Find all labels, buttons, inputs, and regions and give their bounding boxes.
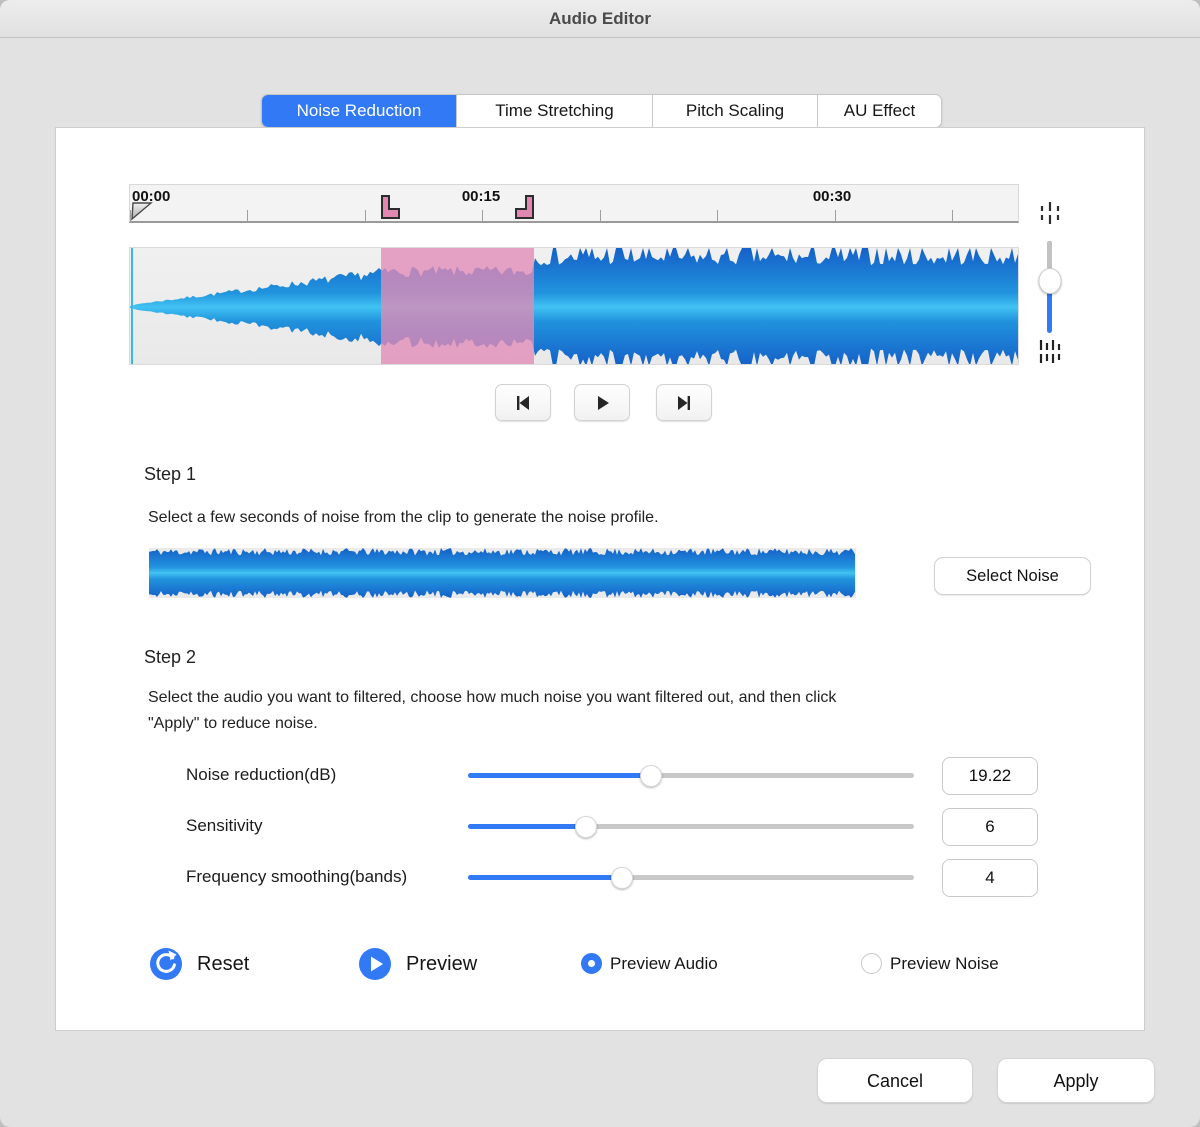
sensitivity-value[interactable]: 6 xyxy=(942,808,1038,846)
apply-button[interactable]: Apply xyxy=(997,1058,1155,1103)
noise-reduction-label: Noise reduction(dB) xyxy=(186,765,336,785)
ruler-tick xyxy=(365,210,366,221)
ruler-tick xyxy=(717,210,718,221)
frequency-smoothing-slider-thumb[interactable] xyxy=(611,867,633,889)
main-waveform[interactable] xyxy=(129,247,1019,365)
radio-unselected-icon xyxy=(861,953,882,974)
selection-overlay xyxy=(381,248,534,364)
step1-title: Step 1 xyxy=(144,464,196,485)
skip-to-start-icon xyxy=(514,394,532,412)
timeline-ruler[interactable]: 00:00 00:15 00:30 xyxy=(129,184,1019,223)
sensitivity-slider-thumb[interactable] xyxy=(575,816,597,838)
slider-fill xyxy=(468,773,651,778)
tab-time-stretching[interactable]: Time Stretching xyxy=(456,95,652,127)
playhead-flag[interactable] xyxy=(130,197,154,221)
reset-icon xyxy=(149,947,183,981)
step2-description: Select the audio you want to filtered, c… xyxy=(148,685,1108,737)
noise-reduction-slider[interactable] xyxy=(468,773,914,778)
tab-noise-reduction[interactable]: Noise Reduction xyxy=(262,95,456,127)
preview-audio-radio[interactable]: Preview Audio xyxy=(581,953,718,974)
selection-marker-end[interactable] xyxy=(514,194,536,220)
tab-au-effect[interactable]: AU Effect xyxy=(817,95,941,127)
reset-button[interactable]: Reset xyxy=(149,947,249,981)
frequency-smoothing-value[interactable]: 4 xyxy=(942,859,1038,897)
preview-button[interactable]: Preview xyxy=(358,947,477,981)
noise-profile-waveform xyxy=(149,548,856,598)
ruler-tick xyxy=(600,210,601,221)
skip-to-end-button[interactable] xyxy=(656,384,712,421)
waveform-playhead-line xyxy=(131,248,133,364)
sensitivity-label: Sensitivity xyxy=(186,816,263,836)
audio-editor-window: Audio Editor Noise Reduction Time Stretc… xyxy=(0,0,1200,1127)
ruler-tick xyxy=(247,210,248,221)
waveform-zoom-control xyxy=(1031,198,1071,368)
skip-to-end-icon xyxy=(675,394,693,412)
step2-description-line1: Select the audio you want to filtered, c… xyxy=(148,685,1108,711)
content-panel: 00:00 00:15 00:30 xyxy=(55,127,1145,1031)
ruler-tick xyxy=(952,210,953,221)
noise-reduction-slider-thumb[interactable] xyxy=(640,765,662,787)
step2-description-line2: "Apply" to reduce noise. xyxy=(148,711,1108,737)
selection-marker-start[interactable] xyxy=(379,194,401,220)
step2-title: Step 2 xyxy=(144,647,196,668)
main-waveform-shape xyxy=(130,248,1019,365)
noise-reduction-value[interactable]: 19.22 xyxy=(942,757,1038,795)
preview-play-icon xyxy=(358,947,392,981)
select-noise-button[interactable]: Select Noise xyxy=(934,557,1091,595)
frequency-smoothing-label: Frequency smoothing(bands) xyxy=(186,867,407,887)
time-label-2: 00:30 xyxy=(813,188,851,205)
ruler-tick xyxy=(482,210,483,221)
vertical-zoom-thumb[interactable] xyxy=(1038,268,1061,294)
window-title: Audio Editor xyxy=(549,9,651,28)
cancel-button[interactable]: Cancel xyxy=(817,1058,973,1103)
play-icon xyxy=(593,394,611,412)
tab-bar: Noise Reduction Time Stretching Pitch Sc… xyxy=(261,94,942,128)
preview-noise-label: Preview Noise xyxy=(890,954,999,974)
preview-noise-radio[interactable]: Preview Noise xyxy=(861,953,999,974)
preview-audio-label: Preview Audio xyxy=(610,954,718,974)
zoom-out-waveform-icon xyxy=(1038,198,1062,226)
skip-to-start-button[interactable] xyxy=(495,384,551,421)
slider-fill xyxy=(468,875,622,880)
vertical-zoom-slider[interactable] xyxy=(1047,241,1052,333)
play-button[interactable] xyxy=(574,384,630,421)
ruler-tick xyxy=(835,210,836,221)
reset-label: Reset xyxy=(197,953,249,976)
preview-label: Preview xyxy=(406,953,477,976)
tab-pitch-scaling[interactable]: Pitch Scaling xyxy=(652,95,817,127)
titlebar[interactable]: Audio Editor xyxy=(0,0,1200,38)
frequency-smoothing-slider[interactable] xyxy=(468,875,914,880)
step1-description: Select a few seconds of noise from the c… xyxy=(148,505,659,531)
slider-fill xyxy=(468,824,586,829)
radio-selected-icon xyxy=(581,953,602,974)
sensitivity-slider[interactable] xyxy=(468,824,914,829)
noise-waveform-shape xyxy=(149,548,856,598)
time-label-1: 00:15 xyxy=(462,188,500,205)
zoom-in-waveform-icon xyxy=(1038,338,1062,366)
